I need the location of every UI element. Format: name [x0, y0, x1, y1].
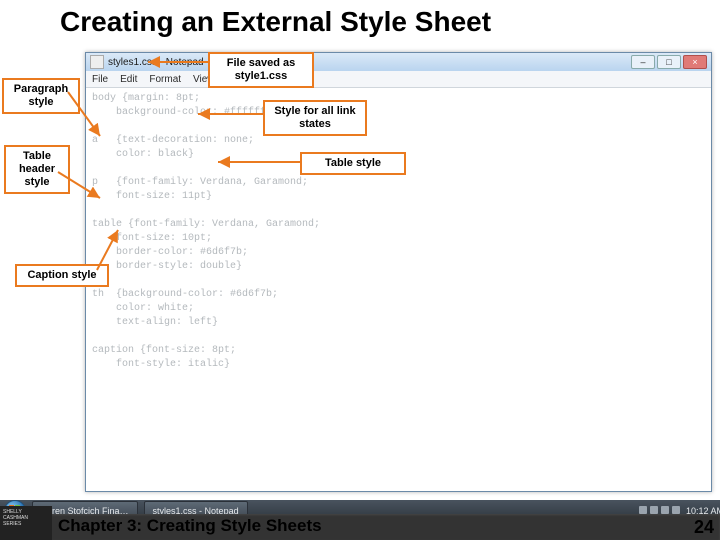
slide-title: Creating an External Style Sheet — [60, 6, 491, 38]
callout-link-states: Style for all link states — [263, 100, 367, 136]
menu-file[interactable]: File — [92, 74, 108, 85]
callout-caption: Caption style — [15, 264, 109, 287]
notepad-window-title: styles1.css - Notepad — [108, 57, 204, 68]
menu-format[interactable]: Format — [149, 74, 181, 85]
callout-table-style: Table style — [300, 152, 406, 175]
menu-edit[interactable]: Edit — [120, 74, 137, 85]
window-close-icon[interactable]: × — [683, 55, 707, 69]
notepad-text-area[interactable]: body {margin: 8pt; background-color: #ff… — [86, 88, 711, 376]
window-minimize-icon[interactable]: – — [631, 55, 655, 69]
notepad-titlebar: styles1.css - Notepad – □ × — [86, 53, 711, 71]
series-logo: SHELLYCASHMANSERIES — [0, 506, 52, 540]
callout-file-saved: File saved as style1.css — [208, 52, 314, 88]
notepad-window: styles1.css - Notepad – □ × File Edit Fo… — [85, 52, 712, 492]
footer-chapter: Chapter 3: Creating Style Sheets — [58, 516, 322, 536]
page-number: 24 — [694, 517, 714, 538]
callout-table-header: Table header style — [4, 145, 70, 194]
notepad-icon — [90, 55, 104, 69]
notepad-menubar: File Edit Format View Help — [86, 71, 711, 88]
callout-paragraph: Paragraph style — [2, 78, 80, 114]
window-maximize-icon[interactable]: □ — [657, 55, 681, 69]
